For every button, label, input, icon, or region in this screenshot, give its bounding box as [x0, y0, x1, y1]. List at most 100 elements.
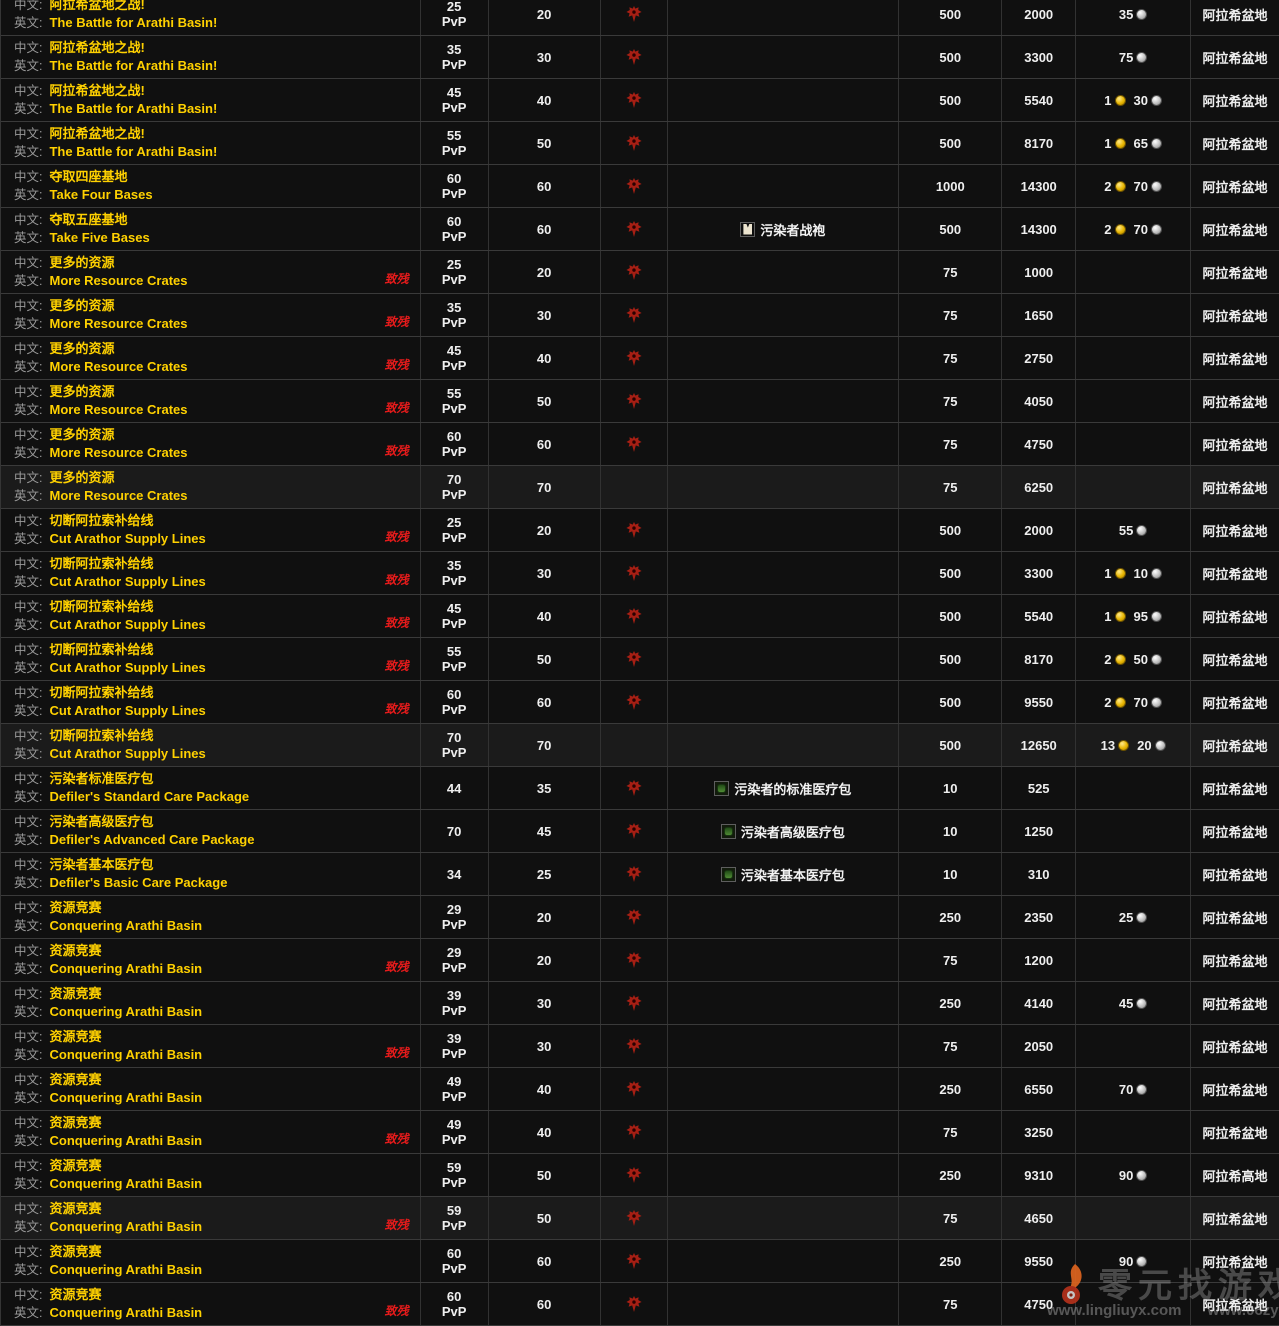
location-link[interactable]: 阿拉希盆地 — [1203, 435, 1268, 454]
reward-item-link[interactable]: 污染者基本医疗包 — [721, 865, 845, 884]
quest-name-cn-link[interactable]: 更多的资源 — [49, 470, 114, 485]
location-link[interactable]: 阿拉希盆地 — [1203, 91, 1268, 110]
location-link[interactable]: 阿拉希盆地 — [1203, 1209, 1268, 1228]
quest-name-cn-link[interactable]: 阿拉希盆地之战! — [49, 0, 144, 12]
reward-item-link[interactable]: 污染者高级医疗包 — [721, 822, 845, 841]
quest-name-cn-link[interactable]: 阿拉希盆地之战! — [49, 40, 144, 55]
required-level-cell: 40 — [489, 79, 601, 121]
location-link[interactable]: 阿拉希盆地 — [1203, 822, 1268, 841]
location-link[interactable]: 阿拉希盆地 — [1203, 650, 1268, 669]
quest-name-cn-link[interactable]: 资源竞赛 — [49, 943, 101, 958]
quest-name-cn-link[interactable]: 阿拉希盆地之战! — [49, 83, 144, 98]
quest-name-cn-link[interactable]: 切断阿拉索补给线 — [49, 642, 153, 657]
quest-name-cn-link[interactable]: 更多的资源 — [49, 384, 114, 399]
location-link[interactable]: 阿拉希高地 — [1203, 1166, 1268, 1185]
quest-name-en-link[interactable]: Cut Arathor Supply Lines — [49, 746, 205, 761]
location-link[interactable]: 阿拉希盆地 — [1203, 994, 1268, 1013]
quest-name-cn-link[interactable]: 更多的资源 — [49, 341, 114, 356]
quest-name-cn-link[interactable]: 资源竞赛 — [49, 1072, 101, 1087]
location-link[interactable]: 阿拉希盆地 — [1203, 865, 1268, 884]
quest-name-en-link[interactable]: Cut Arathor Supply Lines — [49, 660, 205, 675]
quest-name-en-link[interactable]: More Resource Crates — [49, 488, 187, 503]
quest-name-en-link[interactable]: The Battle for Arathi Basin! — [49, 58, 217, 73]
quest-name-en-link[interactable]: Conquering Arathi Basin — [49, 1090, 202, 1105]
quest-name-cn-link[interactable]: 资源竞赛 — [49, 1244, 101, 1259]
quest-name-cn-link[interactable]: 资源竞赛 — [49, 900, 101, 915]
quest-name-en-link[interactable]: Conquering Arathi Basin — [49, 1219, 202, 1234]
quest-name-cn-link[interactable]: 更多的资源 — [49, 298, 114, 313]
location-link[interactable]: 阿拉希盆地 — [1203, 779, 1268, 798]
location-link[interactable]: 阿拉希盆地 — [1203, 951, 1268, 970]
location-link[interactable]: 阿拉希盆地 — [1203, 134, 1268, 153]
location-link[interactable]: 阿拉希盆地 — [1203, 177, 1268, 196]
quest-name-cn-link[interactable]: 资源竞赛 — [49, 1287, 101, 1302]
quest-name-en-link[interactable]: Conquering Arathi Basin — [49, 1133, 202, 1148]
quest-name-cn-link[interactable]: 切断阿拉索补给线 — [49, 556, 153, 571]
quest-name-cn-link[interactable]: 污染者高级医疗包 — [49, 814, 153, 829]
location-link[interactable]: 阿拉希盆地 — [1203, 521, 1268, 540]
quest-name-en-link[interactable]: More Resource Crates — [49, 316, 187, 331]
location-link[interactable]: 阿拉希盆地 — [1203, 736, 1268, 755]
location-link[interactable]: 阿拉希盆地 — [1203, 693, 1268, 712]
location-link[interactable]: 阿拉希盆地 — [1203, 1123, 1268, 1142]
location-link[interactable]: 阿拉希盆地 — [1203, 392, 1268, 411]
quest-name-en-link[interactable]: Conquering Arathi Basin — [49, 1305, 202, 1320]
location-link[interactable]: 阿拉希盆地 — [1203, 220, 1268, 239]
quest-name-en-link[interactable]: Cut Arathor Supply Lines — [49, 531, 205, 546]
reward-item-link[interactable]: 污染者战袍 — [740, 220, 825, 239]
location-link[interactable]: 阿拉希盆地 — [1203, 1037, 1268, 1056]
quest-name-en-link[interactable]: More Resource Crates — [49, 445, 187, 460]
quest-name-cn-link[interactable]: 资源竞赛 — [49, 1029, 101, 1044]
quest-name-cn-link[interactable]: 切断阿拉索补给线 — [49, 599, 153, 614]
location-link[interactable]: 阿拉希盆地 — [1203, 1252, 1268, 1271]
quest-name-cn-link[interactable]: 切断阿拉索补给线 — [49, 685, 153, 700]
quest-name-en-link[interactable]: Take Five Bases — [49, 230, 149, 245]
quest-name-en-link[interactable]: Cut Arathor Supply Lines — [49, 703, 205, 718]
quest-name-cn-link[interactable]: 资源竞赛 — [49, 1201, 101, 1216]
quest-name-cn-link[interactable]: 污染者标准医疗包 — [49, 771, 153, 786]
quest-name-cn-link[interactable]: 阿拉希盆地之战! — [49, 126, 144, 141]
quest-name-en-link[interactable]: More Resource Crates — [49, 273, 187, 288]
quest-name-cn-link[interactable]: 资源竞赛 — [49, 1158, 101, 1173]
quest-name-en-link[interactable]: The Battle for Arathi Basin! — [49, 15, 217, 30]
quest-name-cn-link[interactable]: 更多的资源 — [49, 255, 114, 270]
xp-value: 1250 — [1024, 824, 1053, 839]
location-link[interactable]: 阿拉希盆地 — [1203, 48, 1268, 67]
quest-name-en-link[interactable]: Conquering Arathi Basin — [49, 918, 202, 933]
quest-name-en-link[interactable]: Defiler's Standard Care Package — [49, 789, 249, 804]
quest-name-cn-link[interactable]: 夺取五座基地 — [49, 212, 127, 227]
quest-name-en-link[interactable]: Conquering Arathi Basin — [49, 961, 202, 976]
location-link[interactable]: 阿拉希盆地 — [1203, 1295, 1268, 1314]
location-link[interactable]: 阿拉希盆地 — [1203, 564, 1268, 583]
quest-name-en-link[interactable]: More Resource Crates — [49, 402, 187, 417]
location-link[interactable]: 阿拉希盆地 — [1203, 478, 1268, 497]
quest-name-en-link[interactable]: More Resource Crates — [49, 359, 187, 374]
quest-name-en-link[interactable]: The Battle for Arathi Basin! — [49, 144, 217, 159]
location-link[interactable]: 阿拉希盆地 — [1203, 349, 1268, 368]
reward-item-link[interactable]: 污染者的标准医疗包 — [714, 779, 851, 798]
quest-name-cn-link[interactable]: 切断阿拉索补给线 — [49, 728, 153, 743]
quest-name-cn-link[interactable]: 资源竞赛 — [49, 1115, 101, 1130]
location-cell: 阿拉希盆地 — [1191, 122, 1279, 164]
location-link[interactable]: 阿拉希盆地 — [1203, 607, 1268, 626]
quest-name-cn-link[interactable]: 污染者基本医疗包 — [49, 857, 153, 872]
location-link[interactable]: 阿拉希盆地 — [1203, 1080, 1268, 1099]
quest-name-en-link[interactable]: Defiler's Advanced Care Package — [49, 832, 254, 847]
quest-name-en-link[interactable]: Cut Arathor Supply Lines — [49, 574, 205, 589]
quest-name-en-link[interactable]: Take Four Bases — [49, 187, 152, 202]
location-link[interactable]: 阿拉希盆地 — [1203, 908, 1268, 927]
quest-name-cn-link[interactable]: 更多的资源 — [49, 427, 114, 442]
quest-name-cn-link[interactable]: 切断阿拉索补给线 — [49, 513, 153, 528]
quest-name-cn-link[interactable]: 夺取四座基地 — [49, 169, 127, 184]
location-link[interactable]: 阿拉希盆地 — [1203, 263, 1268, 282]
quest-name-en-link[interactable]: Defiler's Basic Care Package — [49, 875, 227, 890]
location-link[interactable]: 阿拉希盆地 — [1203, 306, 1268, 325]
quest-name-en-link[interactable]: Conquering Arathi Basin — [49, 1004, 202, 1019]
quest-name-cn-link[interactable]: 资源竞赛 — [49, 986, 101, 1001]
location-link[interactable]: 阿拉希盆地 — [1203, 5, 1268, 24]
quest-name-en-link[interactable]: Cut Arathor Supply Lines — [49, 617, 205, 632]
quest-name-en-link[interactable]: Conquering Arathi Basin — [49, 1176, 202, 1191]
quest-name-en-link[interactable]: Conquering Arathi Basin — [49, 1262, 202, 1277]
quest-name-en-link[interactable]: Conquering Arathi Basin — [49, 1047, 202, 1062]
quest-name-en-link[interactable]: The Battle for Arathi Basin! — [49, 101, 217, 116]
